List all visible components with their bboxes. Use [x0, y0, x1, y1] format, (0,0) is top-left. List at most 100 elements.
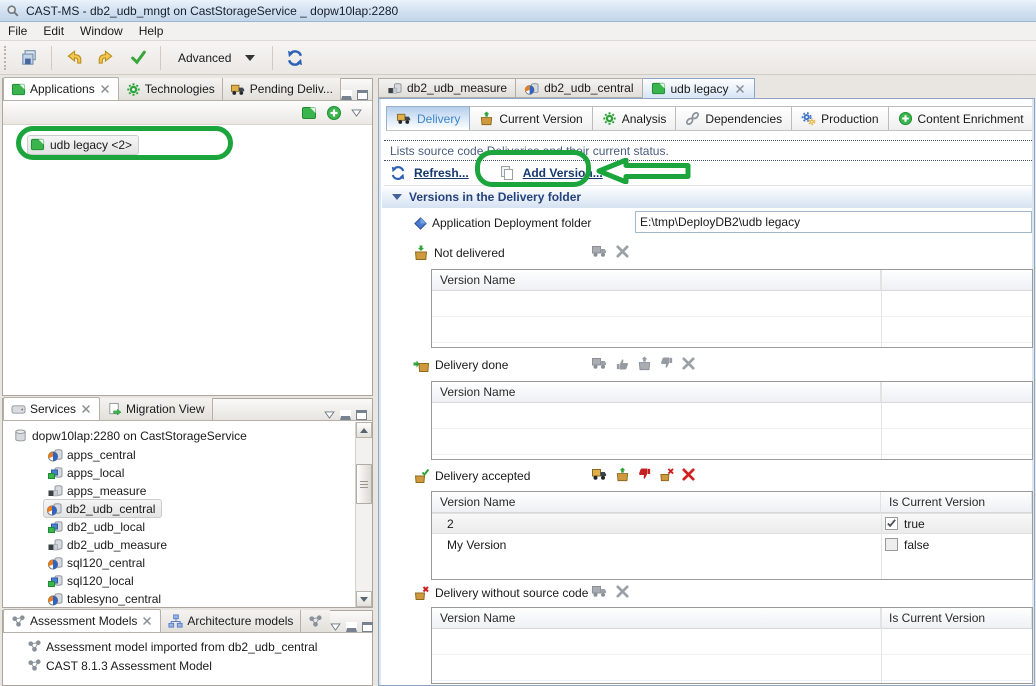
- tab-services[interactable]: Services: [3, 397, 100, 420]
- tab-analysis[interactable]: Analysis: [593, 106, 677, 131]
- view-menu-icon[interactable]: [330, 623, 341, 631]
- not-delivered-table: Version Name: [431, 269, 1033, 348]
- menu-edit[interactable]: Edit: [35, 22, 72, 40]
- box-remove-icon[interactable]: [659, 467, 674, 482]
- tab-technologies[interactable]: Technologies: [119, 78, 223, 100]
- column-version-name[interactable]: Version Name: [432, 382, 881, 402]
- delete-icon[interactable]: [681, 356, 696, 371]
- save-all-button[interactable]: [16, 45, 42, 71]
- refresh-button[interactable]: [282, 45, 308, 71]
- tab-pending-deliveries[interactable]: Pending Deliv...: [223, 78, 341, 100]
- section-versions-header[interactable]: Versions in the Delivery folder: [382, 186, 1032, 208]
- table-body-empty[interactable]: [432, 291, 1032, 347]
- menu-window[interactable]: Window: [72, 22, 131, 40]
- editor-tab-udb-legacy[interactable]: udb legacy: [643, 78, 755, 98]
- delivery-without-source-table: Version Name Is Current Version: [431, 607, 1033, 684]
- delivery-accepted-actions: [591, 464, 696, 484]
- tree-item-cast-model[interactable]: CAST 8.1.3 Assessment Model: [27, 656, 212, 675]
- main-toolbar: Advanced: [0, 41, 1036, 75]
- tree-item-apps-central[interactable]: apps_central: [47, 445, 136, 464]
- reject-thumb-down-icon[interactable]: [659, 356, 674, 371]
- view-menu-icon[interactable]: [324, 411, 335, 419]
- delete-icon[interactable]: [615, 244, 630, 259]
- models-view-actions: [330, 622, 378, 632]
- tab-content-enrichment[interactable]: Content Enrichment: [889, 106, 1032, 131]
- tree-item-imported-model[interactable]: Assessment model imported from db2_udb_c…: [27, 637, 317, 656]
- editor-tab-db2-udb-central[interactable]: db2_udb_central: [516, 78, 642, 98]
- services-scrollbar[interactable]: [355, 422, 372, 607]
- minimize-icon[interactable]: [340, 410, 351, 420]
- column-is-current-version[interactable]: Is Current Version: [881, 608, 1032, 628]
- view-menu-icon[interactable]: [351, 109, 362, 117]
- undo-button[interactable]: [61, 45, 87, 71]
- deployment-folder-input[interactable]: [635, 211, 1032, 233]
- tree-item-tablesyno-central[interactable]: tablesyno_central: [47, 589, 161, 607]
- deliver-truck-icon[interactable]: [591, 583, 608, 599]
- scroll-up-button[interactable]: [356, 422, 372, 438]
- tab-label: Current Version: [499, 112, 582, 126]
- deliver-truck-icon[interactable]: [591, 466, 608, 482]
- scroll-down-button[interactable]: [356, 591, 372, 607]
- menu-file[interactable]: File: [0, 22, 35, 40]
- validate-button[interactable]: [125, 45, 151, 71]
- column-is-current-version[interactable]: Is Current Version: [881, 492, 1032, 512]
- maximize-icon[interactable]: [356, 410, 367, 420]
- tree-item-sql120-central[interactable]: sql120_central: [47, 553, 145, 572]
- tree-item-apps-measure[interactable]: apps_measure: [47, 481, 146, 500]
- minimize-icon[interactable]: [346, 622, 357, 632]
- reject-thumb-down-icon[interactable]: [637, 467, 652, 482]
- column-version-name[interactable]: Version Name: [432, 492, 881, 512]
- applications-view-actions: [341, 90, 373, 100]
- close-icon[interactable]: [141, 615, 153, 627]
- advanced-dropdown[interactable]: Advanced: [170, 48, 263, 68]
- redo-button[interactable]: [93, 45, 119, 71]
- is-current-checkbox-checked[interactable]: [885, 517, 898, 530]
- tree-item-server[interactable]: dopw10lap:2280 on CastStorageService: [13, 426, 247, 445]
- table-body-empty[interactable]: [432, 403, 1032, 459]
- assessment-model-icon: [27, 658, 42, 673]
- tab-migration-view[interactable]: Migration View: [100, 398, 212, 420]
- column-version-name[interactable]: Version Name: [432, 608, 881, 628]
- close-icon[interactable]: [80, 403, 92, 415]
- editor-tab-db2-udb-measure[interactable]: db2_udb_measure: [378, 78, 516, 98]
- tab-applications[interactable]: Applications: [3, 77, 119, 100]
- box-no-source-icon: [413, 585, 430, 601]
- deliver-truck-icon[interactable]: [591, 243, 608, 259]
- is-current-checkbox-unchecked[interactable]: [885, 538, 898, 551]
- minimize-icon[interactable]: [341, 90, 352, 100]
- tab-architecture-models[interactable]: Architecture models: [161, 610, 301, 632]
- scrollbar-thumb[interactable]: [356, 464, 372, 504]
- tab-delivery[interactable]: Delivery: [386, 106, 470, 131]
- table-body-empty[interactable]: [432, 629, 1032, 683]
- tree-item-db2-udb-measure[interactable]: db2_udb_measure: [47, 535, 167, 554]
- tab-current-version[interactable]: Current Version: [470, 106, 592, 131]
- tab-production[interactable]: Production: [792, 106, 888, 131]
- tree-item-db2-udb-central[interactable]: db2_udb_central: [43, 499, 162, 518]
- tab-dependencies[interactable]: Dependencies: [676, 106, 792, 131]
- tree-item-label: tablesyno_central: [67, 592, 161, 606]
- close-icon[interactable]: [99, 83, 111, 95]
- menu-help[interactable]: Help: [131, 22, 172, 40]
- column-version-name[interactable]: Version Name: [432, 270, 881, 290]
- deliver-truck-icon[interactable]: [591, 355, 608, 371]
- refresh-link[interactable]: Refresh...: [414, 166, 469, 180]
- new-application-icon[interactable]: [301, 105, 317, 121]
- table-row-version-2[interactable]: 2 true: [432, 513, 1032, 534]
- delete-icon[interactable]: [615, 584, 630, 599]
- tab-overflow-model[interactable]: [301, 610, 330, 632]
- close-icon[interactable]: [734, 83, 746, 95]
- add-icon[interactable]: [326, 105, 342, 121]
- delete-red-icon[interactable]: [681, 467, 696, 482]
- tree-item-sql120-local[interactable]: sql120_local: [47, 571, 134, 590]
- toolbar-drag-handle[interactable]: [4, 46, 8, 70]
- tab-assessment-models[interactable]: Assessment Models: [3, 609, 161, 632]
- title-bar[interactable]: CAST-MS - db2_udb_mngt on CastStorageSer…: [0, 0, 1036, 22]
- deploy-box-up-icon[interactable]: [637, 356, 652, 371]
- accept-thumb-up-icon[interactable]: [615, 356, 630, 371]
- tree-item-apps-local[interactable]: apps_local: [47, 463, 124, 482]
- deploy-box-up-icon[interactable]: [615, 467, 630, 482]
- table-row-my-version[interactable]: My Version false: [432, 534, 1032, 555]
- maximize-icon[interactable]: [362, 622, 373, 632]
- maximize-icon[interactable]: [357, 90, 368, 100]
- tree-item-db2-udb-local[interactable]: db2_udb_local: [47, 517, 145, 536]
